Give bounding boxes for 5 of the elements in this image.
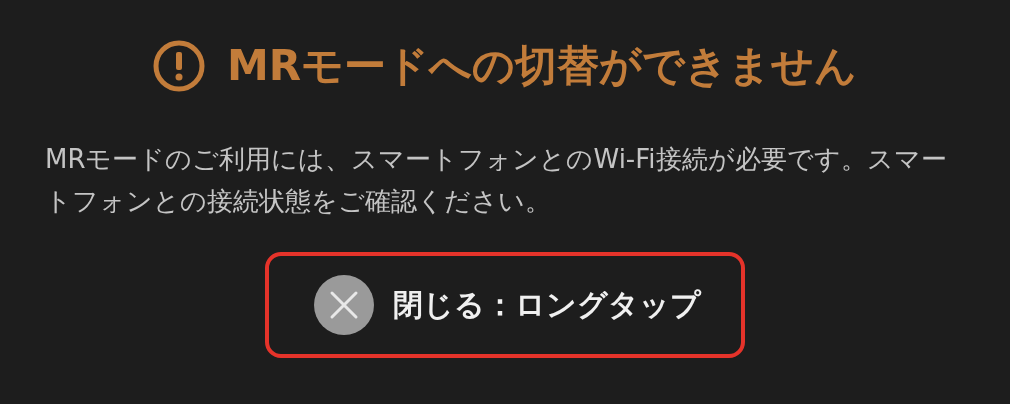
close-button[interactable]: 閉じる：ロングタップ [265,252,745,358]
dialog-title: MRモードへの切替ができません [226,40,858,92]
warning-icon [152,40,205,92]
close-icon [313,274,375,336]
message-text: MRモードのご利用には、スマートフォンとのWi-Fi接続が必要です。スマートフォンとの接続状態をご確認ください。 [45,143,948,218]
